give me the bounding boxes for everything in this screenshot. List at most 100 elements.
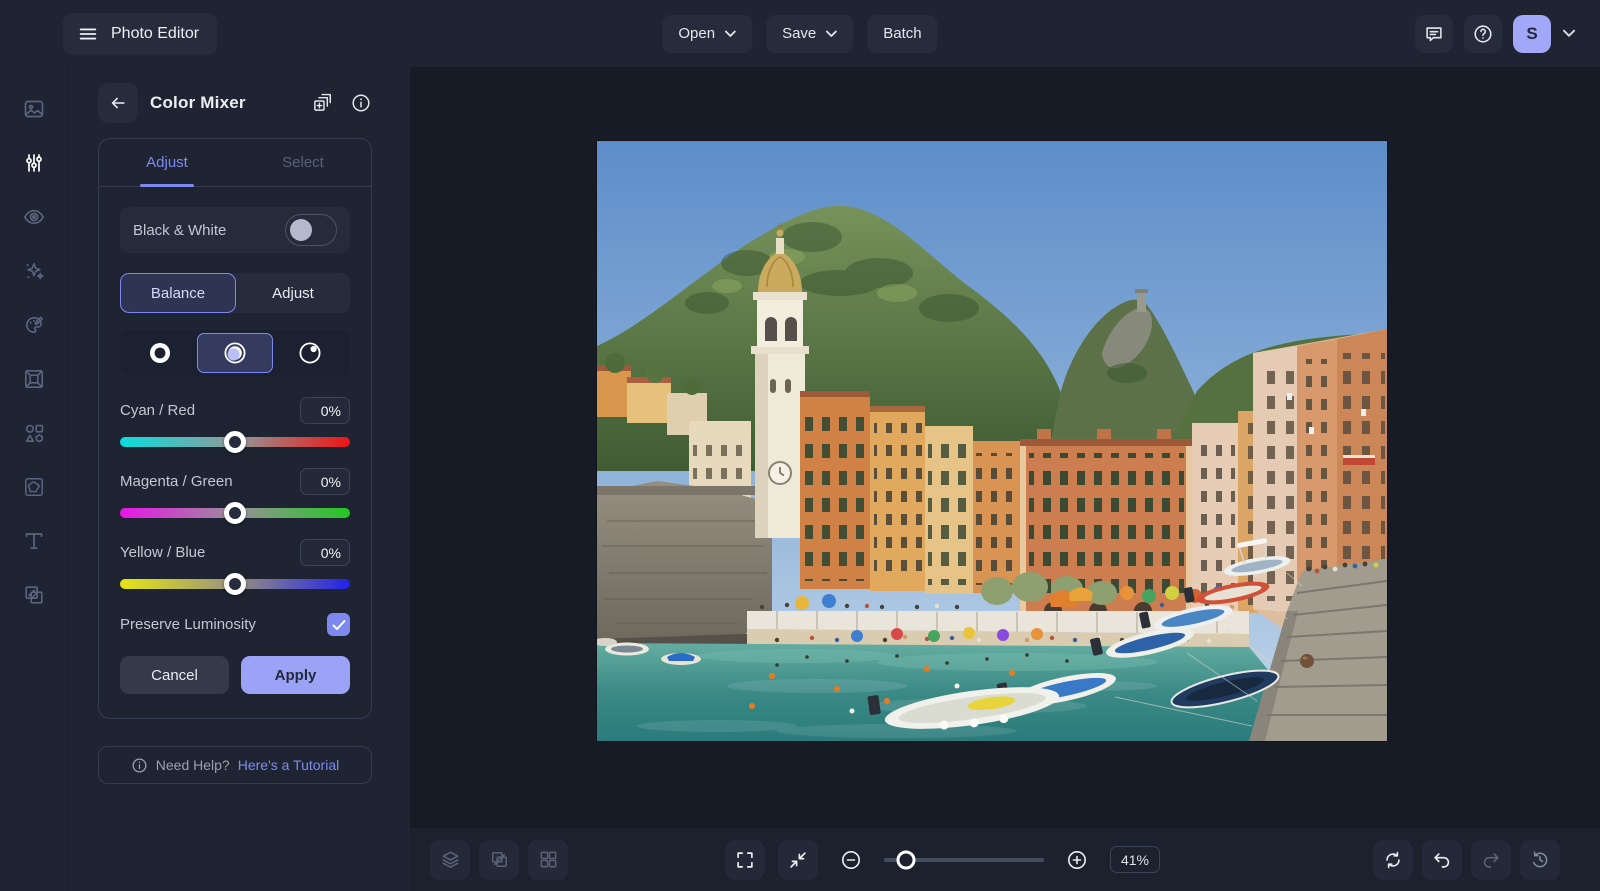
layers-icon [439,848,462,871]
layers-button[interactable] [430,839,470,880]
help-banner: Need Help? Here's a Tutorial [98,746,372,784]
slider-value-cyan-red[interactable] [300,397,350,424]
tone-range-selector [120,330,350,376]
sparkles-icon [22,259,46,283]
frame-icon [22,367,46,391]
cancel-button[interactable]: Cancel [120,656,229,694]
sidebar-item-shapes[interactable] [14,413,54,453]
slider-yellow-blue[interactable] [120,573,350,595]
zoom-percent-input[interactable] [1110,846,1160,873]
black-white-toggle[interactable] [285,214,337,246]
sidebar-item-effects[interactable] [14,251,54,291]
reset-button[interactable] [1373,839,1413,880]
feedback-button[interactable] [1415,14,1453,53]
slider-label-magenta-green: Magenta / Green [120,473,233,490]
fullscreen-icon [734,849,756,871]
slider-magenta-green[interactable] [120,502,350,524]
bottom-toolbar [410,827,1600,891]
shadows-icon [146,339,174,367]
adjustments-icon [22,151,46,175]
canvas-area[interactable] [410,67,1600,891]
duplicate-icon[interactable] [311,92,333,114]
grid-icon [537,848,560,871]
tab-select[interactable]: Select [235,139,371,186]
transform-icon [488,848,511,871]
sidebar-item-texture[interactable] [14,467,54,507]
fit-screen-button[interactable] [778,839,818,880]
sidebar-item-frame[interactable] [14,359,54,399]
top-bar: Photo Editor Open Save Batch S [0,0,1600,67]
reset-icon [1382,849,1404,871]
app-title: Photo Editor [111,24,200,42]
info-icon[interactable] [350,92,372,114]
back-button[interactable] [98,83,138,123]
arrange-icon [22,583,46,607]
help-button[interactable] [1464,14,1502,53]
tone-highlights[interactable] [273,333,347,373]
help-text: Need Help? [155,757,230,773]
app-menu-button[interactable]: Photo Editor [63,12,218,55]
black-white-label: Black & White [133,221,227,239]
open-button[interactable]: Open [662,14,753,53]
transform-button[interactable] [479,839,519,880]
history-button[interactable] [1520,839,1560,880]
slider-handle[interactable] [224,502,246,524]
redo-button[interactable] [1471,839,1511,880]
info-icon [131,757,148,774]
sidebar-item-adjustments[interactable] [14,143,54,183]
highlights-icon [296,339,324,367]
texture-icon [22,475,46,499]
preserve-luminosity-label: Preserve Luminosity [120,616,256,633]
tutorial-link[interactable]: Here's a Tutorial [238,757,340,773]
zoom-out-icon[interactable] [831,840,871,880]
account-chevron-down-icon[interactable] [1562,29,1576,38]
grid-button[interactable] [528,839,568,880]
slider-value-magenta-green[interactable] [300,468,350,495]
slider-value-yellow-blue[interactable] [300,539,350,566]
redo-icon [1480,849,1502,871]
color-mixer-panel: Color Mixer Adjust Select Black & White … [68,67,410,891]
slider-handle[interactable] [224,573,246,595]
sidebar-item-arrange[interactable] [14,575,54,615]
chevron-down-icon [724,30,736,38]
history-icon [1529,849,1551,871]
image-icon [22,97,46,121]
tone-shadows[interactable] [123,333,197,373]
apply-button[interactable]: Apply [241,656,350,694]
zoom-slider-handle[interactable] [896,850,916,869]
mode-adjust[interactable]: Adjust [236,273,350,313]
shapes-icon [22,421,46,445]
retouch-eye-icon [22,205,46,229]
preserve-luminosity-checkbox[interactable] [327,613,350,636]
panel-title: Color Mixer [150,93,246,112]
panel-tabs: Adjust Select [99,139,371,187]
fullscreen-button[interactable] [725,839,765,880]
sidebar-item-paint[interactable] [14,305,54,345]
slider-handle[interactable] [224,431,246,453]
fit-screen-icon [787,849,809,871]
tool-rail [0,67,68,891]
mode-balance[interactable]: Balance [120,273,236,313]
sidebar-item-image[interactable] [14,89,54,129]
palette-icon [22,313,46,337]
batch-button[interactable]: Batch [867,14,938,53]
slider-cyan-red[interactable] [120,431,350,453]
sidebar-item-text[interactable] [14,521,54,561]
undo-icon [1431,849,1453,871]
chevron-down-icon [825,30,837,38]
mode-toggle: Balance Adjust [120,273,350,313]
tone-midtones[interactable] [197,333,273,373]
menu-icon [77,23,99,45]
arrow-left-icon [108,93,128,113]
zoom-in-icon[interactable] [1057,840,1097,880]
account-avatar[interactable]: S [1513,14,1551,53]
tab-adjust[interactable]: Adjust [99,139,235,186]
midtones-icon [221,339,249,367]
sidebar-item-retouch[interactable] [14,197,54,237]
undo-button[interactable] [1422,839,1462,880]
help-icon [1472,23,1494,45]
slider-label-cyan-red: Cyan / Red [120,402,196,419]
save-button[interactable]: Save [766,14,854,53]
zoom-slider[interactable] [884,850,1044,870]
slider-label-yellow-blue: Yellow / Blue [120,544,206,561]
